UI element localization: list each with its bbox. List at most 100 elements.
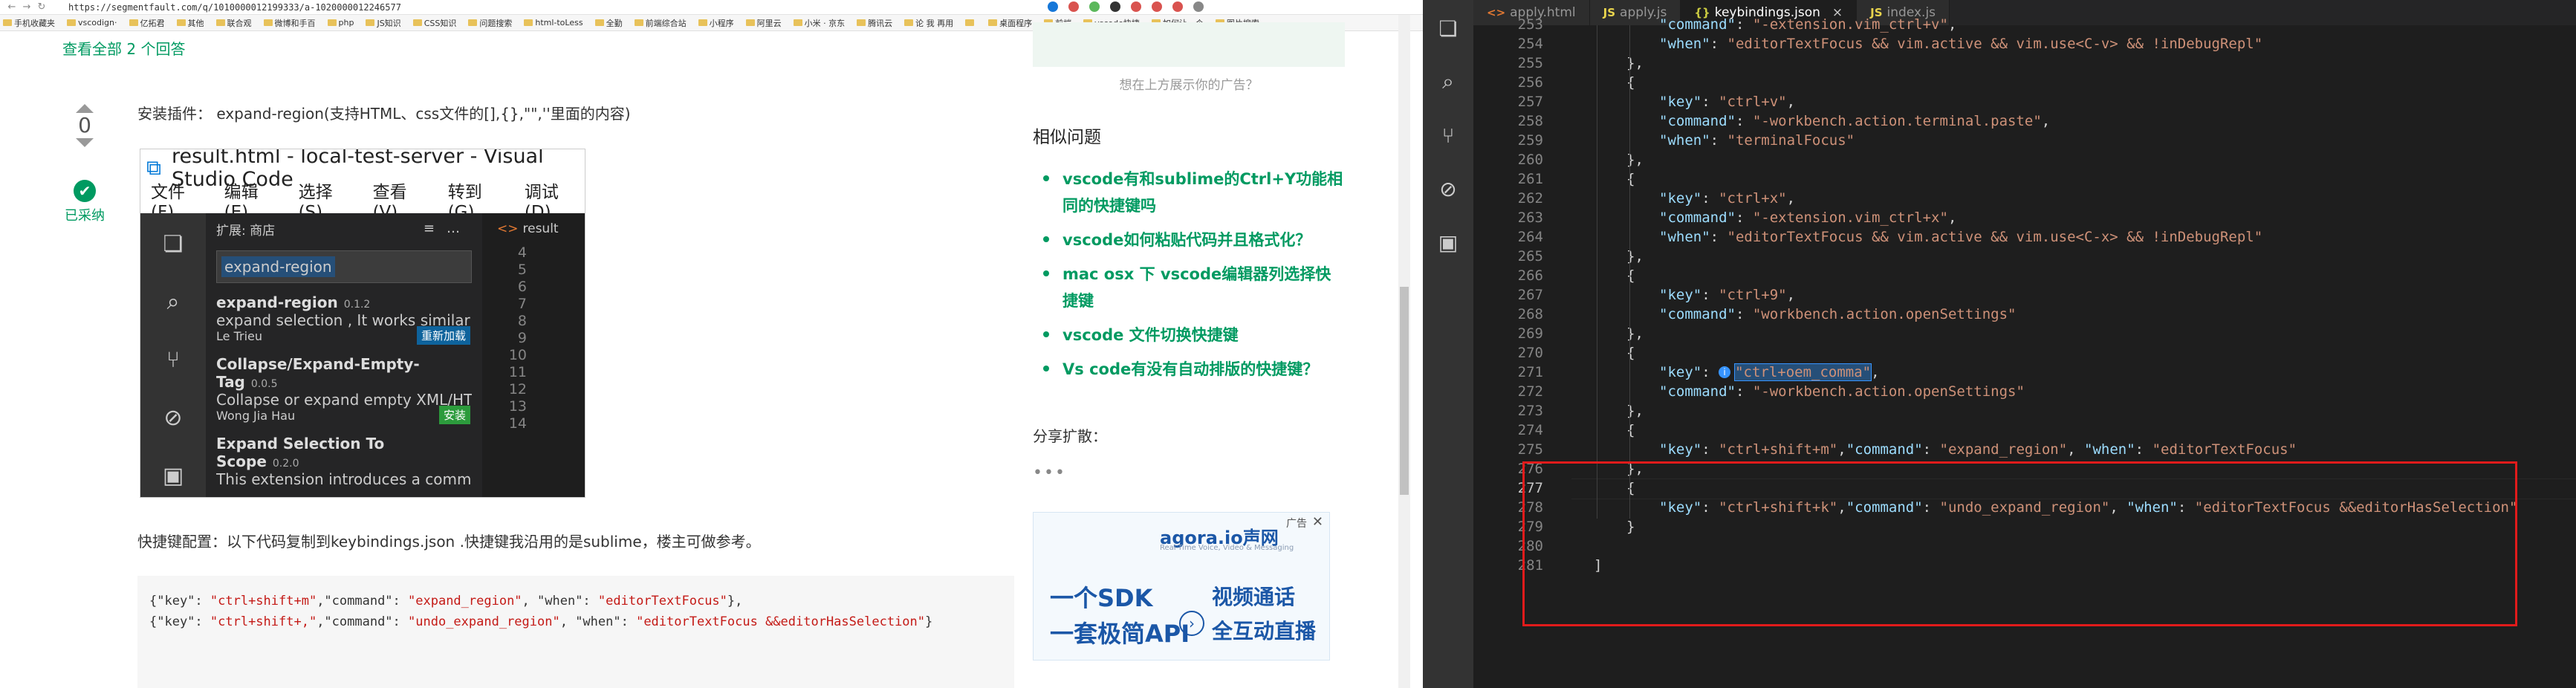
folder-icon <box>524 19 533 26</box>
bookmark-item[interactable]: 联合观 <box>215 17 252 29</box>
code-line: "when": "terminalFocus" <box>1659 132 1855 149</box>
arrow-right-icon[interactable]: › <box>1179 611 1204 636</box>
code-token: "expand_region" <box>408 594 522 609</box>
debug-icon[interactable]: ⊘ <box>1423 162 1473 215</box>
similar-question-link[interactable]: vscode有和sublime的Ctrl+Y功能相同的快捷键吗 <box>1033 166 1345 219</box>
explorer-icon[interactable]: ❏ <box>1423 1 1473 55</box>
ad-banner-top[interactable] <box>1033 22 1345 67</box>
bookmark-item[interactable]: 腾讯云 <box>857 17 892 29</box>
bookmark-item[interactable]: php <box>327 18 354 27</box>
source-control-icon[interactable]: ⑂ <box>1423 108 1473 162</box>
json-key: "key" <box>1659 190 1702 207</box>
json-string: "editorTextFocus && vim.active && vim.us… <box>1727 36 2263 52</box>
code-token: ,"command": <box>317 614 409 629</box>
close-icon[interactable]: ✕ <box>1312 514 1323 530</box>
forward-icon[interactable]: → <box>19 1 34 14</box>
bookmark-item[interactable]: 小米 · 京东 <box>793 17 845 29</box>
bookmark-item[interactable]: CSS知识 <box>412 17 456 29</box>
embedded-line-number: 7 <box>517 296 527 312</box>
code-punct: , <box>1837 441 1846 458</box>
code-line: { <box>1626 74 1635 91</box>
extension-description: This extension introduces a command ... <box>216 470 472 488</box>
similar-question-link[interactable]: mac osx 下 vscode编辑器列选择快捷键 <box>1033 261 1345 314</box>
downvote-icon[interactable] <box>76 138 94 147</box>
similar-question-link[interactable]: vscode如何粘贴代码并且格式化？ <box>1033 227 1345 253</box>
bookmark-item[interactable]: vscodign· <box>67 18 117 27</box>
code-token: {"key": <box>149 594 210 609</box>
extensions-icon[interactable]: ▣ <box>1423 215 1473 269</box>
bookmark-item[interactable]: 其他 <box>176 17 204 29</box>
code-punct: : <box>1701 190 1719 207</box>
folder-icon <box>176 19 186 26</box>
accepted-badge: ✔ 已采纳 <box>62 180 107 224</box>
bookmark-item[interactable] <box>965 19 976 26</box>
extension-description: Collapse or expand empty XML/HTML... <box>216 391 472 409</box>
ad-label: 广告 <box>1286 518 1307 530</box>
upvote-icon[interactable] <box>76 104 94 113</box>
extension-icon[interactable] <box>1068 1 1079 12</box>
bookmark-label: 其他 <box>187 18 204 28</box>
scrollbar-thumb[interactable] <box>1400 287 1409 495</box>
json-key: "when" <box>2084 441 2135 458</box>
bookmark-item[interactable]: JS知识 <box>366 17 401 29</box>
bookmark-item[interactable]: html-toLess <box>524 18 583 27</box>
bookmark-item[interactable]: 前端综合站 <box>634 17 687 29</box>
embedded-line-number: 14 <box>508 415 527 432</box>
bookmark-item[interactable]: 论 我 再用 <box>904 17 953 29</box>
ad-top-text[interactable]: 想在上方展示你的广告？ <box>1033 74 1345 93</box>
line-number: 256 <box>1517 74 1543 91</box>
search-icon[interactable]: ⌕ <box>1423 55 1473 108</box>
shortcut-intro: 快捷键配置：以下代码复制到keybindings.json .快捷键我沿用的是s… <box>137 533 761 551</box>
page-scrollbar[interactable] <box>1398 15 1410 688</box>
extension-icon[interactable] <box>1193 1 1204 12</box>
all-answers-link[interactable]: 查看全部 2 个回答 <box>62 37 185 59</box>
back-icon[interactable]: ← <box>4 1 19 14</box>
bookmark-item[interactable]: 手机收藏夹 <box>3 17 55 29</box>
extension-icon[interactable] <box>1172 1 1183 12</box>
code-line: { <box>1626 171 1635 187</box>
url-text[interactable]: https://segmentfault.com/q/1010000012199… <box>68 2 401 13</box>
reload-icon[interactable]: ↻ <box>34 1 49 14</box>
embedded-extension-item: Collapse/Expand-Empty-Tag 0.0.5 Collapse o… <box>206 352 482 432</box>
right-sidebar: 想在上方展示你的广告？ 相似问题 vscode有和sublime的Ctrl+Y功… <box>1033 22 1345 661</box>
extension-icon[interactable] <box>1089 1 1100 12</box>
info-icon[interactable]: i <box>1719 366 1731 378</box>
embedded-line-number: 12 <box>508 381 527 397</box>
bookmark-label: 问题搜索 <box>479 18 513 28</box>
extension-icon[interactable] <box>1048 1 1058 12</box>
html-file-icon: <> <box>497 221 519 236</box>
embedded-search-value: expand-region <box>221 256 335 277</box>
bookmark-item[interactable]: 小程序 <box>698 17 734 29</box>
folder-icon <box>468 19 478 26</box>
json-string: "ctrl+v" <box>1719 94 1787 110</box>
ad-banner-agora[interactable]: 广告 ✕ agora.io声网 Real-Time Voice, Video &… <box>1033 512 1330 661</box>
more-icon: ≡… <box>423 221 472 236</box>
similar-question-link[interactable]: vscode 文件切换快捷键 <box>1033 322 1345 348</box>
extension-action-button: 重新加载 <box>416 326 470 345</box>
bookmark-item[interactable]: 桌面程序 <box>988 17 1032 29</box>
bookmark-label: 论 我 再用 <box>915 18 954 28</box>
bookmark-item[interactable]: 阿里云 <box>745 17 782 29</box>
json-string: "workbench.action.openSettings" <box>1752 306 2017 322</box>
bookmark-label: 手机收藏夹 <box>14 18 55 28</box>
code-punct: : <box>1710 132 1727 149</box>
extension-version: 0.2.0 <box>272 458 299 470</box>
share-more-icon[interactable]: ••• <box>1033 464 1345 482</box>
similar-question-link[interactable]: Vs code有没有自动排版的快捷键？ <box>1033 356 1345 383</box>
bookmark-item[interactable]: 问题搜索 <box>468 17 512 29</box>
search-icon: ⌕ <box>166 289 180 315</box>
url-bar[interactable]: ← → ↻ https://segmentfault.com/q/1010000… <box>0 0 1423 15</box>
extension-icon[interactable] <box>1110 1 1120 12</box>
extension-action-button: 安装 <box>438 406 470 424</box>
answer-intro: 安装插件： expand-region(支持HTML、css文件的[],{},"… <box>137 105 631 123</box>
code-token: "ctrl+shift+," <box>210 614 317 629</box>
extension-icon[interactable] <box>1131 1 1141 12</box>
extension-version: 0.0.5 <box>250 378 278 390</box>
bookmark-item[interactable]: 全勤 <box>594 17 623 29</box>
bookmark-item[interactable]: 亿拓君 <box>129 17 165 29</box>
bookmark-item[interactable]: 微博和手百 <box>263 17 316 29</box>
code-line: "command": "-workbench.action.terminal.p… <box>1659 113 2050 129</box>
extension-icon[interactable] <box>1152 1 1162 12</box>
json-string: "ctrl+shift+m" <box>1719 441 1838 458</box>
json-key: "key" <box>1659 94 1702 110</box>
